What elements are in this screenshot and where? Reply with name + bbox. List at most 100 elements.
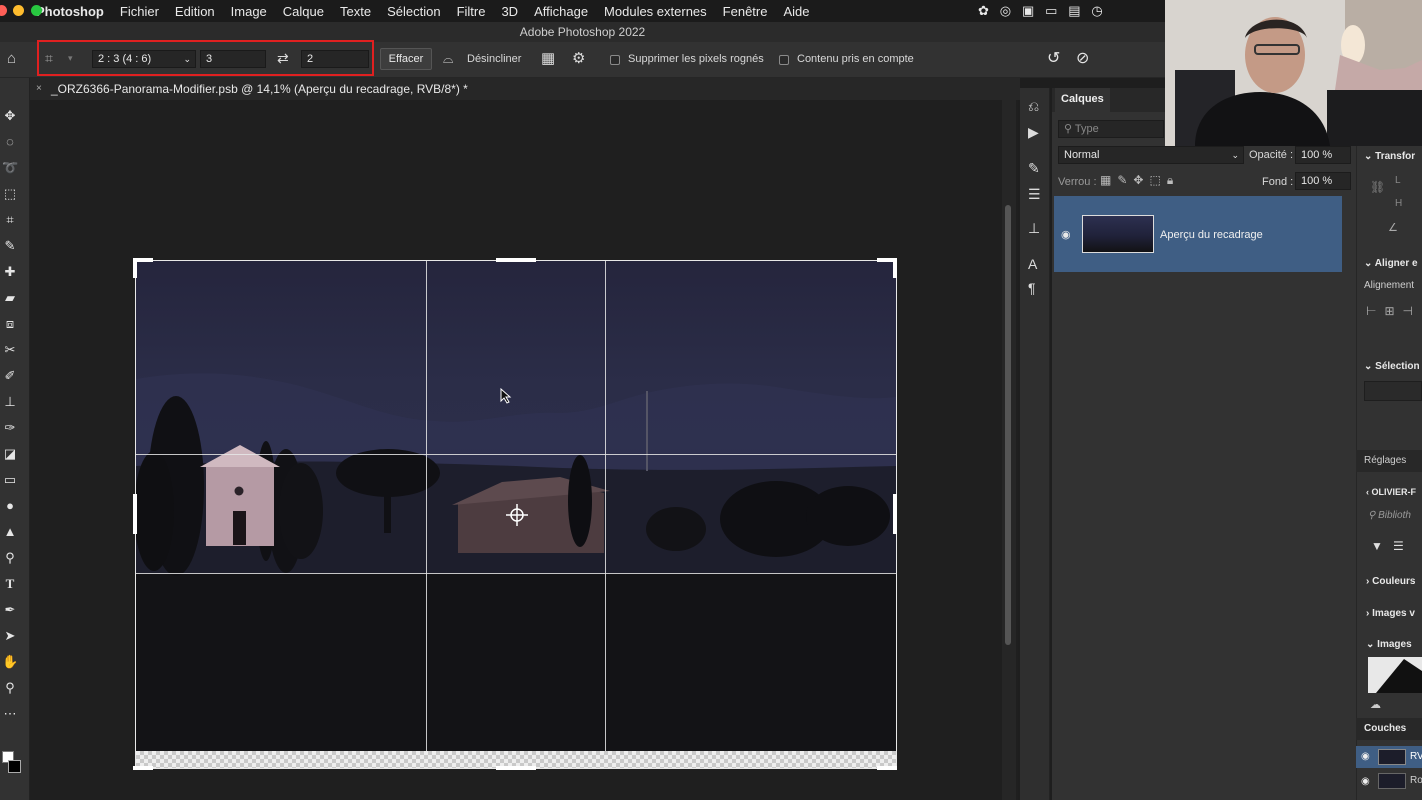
content-aware-tool-icon[interactable]: ⧈	[2, 316, 18, 332]
selection-button[interactable]	[1364, 381, 1422, 401]
move-tool-icon[interactable]: ✥	[2, 108, 18, 124]
library-image-thumbnail[interactable]	[1368, 657, 1422, 693]
align-center-icon[interactable]: ⊞	[1384, 304, 1402, 318]
clear-button[interactable]: Effacer	[380, 48, 432, 70]
crop-handle-left[interactable]	[133, 494, 137, 534]
transform-section-header[interactable]: ⌄ Transfor	[1364, 151, 1415, 162]
library-search[interactable]: ⚲ Biblioth	[1368, 510, 1411, 521]
sort-icon[interactable]: ☰	[1393, 539, 1404, 553]
brush-panel-icon[interactable]: ✎	[1028, 160, 1040, 177]
character-panel-icon[interactable]: A	[1028, 256, 1037, 272]
link-icon[interactable]: ⛓	[1370, 180, 1385, 194]
eraser-tool-icon[interactable]: ◪	[2, 446, 18, 462]
eye-visibility-icon[interactable]: ◉	[1061, 228, 1071, 241]
crop-tool-icon[interactable]: ⌗	[45, 50, 53, 67]
crop-handle-top-left[interactable]	[133, 258, 137, 278]
align-section-header[interactable]: ⌄ Aligner e	[1364, 258, 1418, 269]
cancel-icon[interactable]: ⊘	[1076, 48, 1089, 68]
align-right-icon[interactable]: ⊣	[1403, 304, 1421, 318]
pen-tool-icon[interactable]: ✒	[2, 602, 18, 618]
straighten-icon[interactable]: ⌓	[443, 51, 453, 67]
blur-tool-icon[interactable]: ●	[2, 498, 18, 514]
history-brush-tool-icon[interactable]: ✑	[2, 420, 18, 436]
selection-section-header[interactable]: ⌄ Sélection	[1364, 361, 1420, 372]
home-icon[interactable]: ⌂	[7, 50, 16, 67]
straighten-label[interactable]: Désincliner	[467, 53, 521, 65]
delete-pixels-checkbox[interactable]	[610, 55, 620, 65]
crop-handle-bottom-left[interactable]	[133, 766, 153, 770]
menu-edition[interactable]: Edition	[167, 4, 223, 19]
patch-tool-icon[interactable]: ▰	[2, 290, 18, 306]
eye-visibility-icon[interactable]: ◉	[1361, 776, 1370, 787]
clock-icon[interactable]: ◷	[1091, 3, 1102, 18]
eye-visibility-icon[interactable]: ◉	[1361, 751, 1370, 762]
tab-calques[interactable]: Calques	[1055, 88, 1110, 112]
camera-icon[interactable]: ▣	[1022, 3, 1034, 18]
colors-section[interactable]: › Couleurs	[1366, 576, 1415, 587]
library-name[interactable]: ‹ OLIVIER-F	[1366, 487, 1416, 497]
menu-3d[interactable]: 3D	[493, 4, 526, 19]
images-v-section[interactable]: › Images v	[1366, 608, 1415, 619]
layer-name[interactable]: Aperçu du recadrage	[1160, 229, 1263, 241]
lock-paint-icon[interactable]: ✎	[1117, 173, 1133, 187]
close-tab-icon[interactable]: ×	[36, 78, 42, 100]
vertical-scrollbar[interactable]	[1002, 100, 1016, 800]
crop-tool-icon[interactable]: ⌗	[2, 212, 18, 228]
content-aware-checkbox[interactable]	[779, 55, 789, 65]
sync-icon[interactable]: ◎	[1000, 3, 1011, 18]
crop-handle-right[interactable]	[893, 494, 897, 534]
crop-handle-top-right[interactable]	[893, 258, 897, 278]
menu-image[interactable]: Image	[223, 4, 275, 19]
ratio-select[interactable]: 2 : 3 (4 : 6) ⌄	[92, 50, 196, 68]
fill-field[interactable]: 100 %	[1295, 172, 1351, 190]
type-tool-icon[interactable]: T	[2, 576, 18, 592]
stamp-tool-icon[interactable]: ⊥	[2, 394, 18, 410]
width-field[interactable]: 3	[200, 50, 266, 68]
menu-texte[interactable]: Texte	[332, 4, 379, 19]
background-color-swatch[interactable]	[8, 760, 21, 773]
history-panel-icon[interactable]: ⎌	[1028, 98, 1039, 115]
filter-icon[interactable]: ▼	[1371, 539, 1383, 553]
tab-reglages[interactable]: Réglages	[1364, 455, 1406, 466]
minimize-window-button[interactable]	[13, 5, 24, 16]
lock-all-icon[interactable]: 🔒︎	[1167, 173, 1179, 187]
reset-icon[interactable]: ↺	[1047, 48, 1060, 68]
menu-selection[interactable]: Sélection	[379, 4, 448, 19]
layer-search-input[interactable]: ⚲ Type	[1058, 120, 1164, 138]
crop-handle-bottom-right[interactable]	[877, 766, 897, 770]
lock-transparency-icon[interactable]: ▦	[1100, 173, 1117, 187]
path-selection-tool-icon[interactable]: ➤	[2, 628, 18, 644]
crop-handle-bottom[interactable]	[496, 766, 536, 770]
align-left-icon[interactable]: ⊢	[1366, 304, 1384, 318]
healing-brush-tool-icon[interactable]: ✚	[2, 264, 18, 280]
marquee-tool-icon[interactable]: ◌	[2, 134, 18, 150]
lock-artboard-icon[interactable]: ⬚	[1149, 173, 1166, 187]
menu-fenetre[interactable]: Fenêtre	[715, 4, 776, 19]
crop-handle-top[interactable]	[496, 258, 536, 262]
lock-position-icon[interactable]: ✥	[1133, 173, 1149, 187]
height-field[interactable]: 2	[301, 50, 369, 68]
dodge-tool-icon[interactable]: ⚲	[2, 550, 18, 566]
menu-aide[interactable]: Aide	[775, 4, 817, 19]
paragraph-panel-icon[interactable]: ¶	[1028, 280, 1036, 296]
menu-modules[interactable]: Modules externes	[596, 4, 715, 19]
adjustments-panel-icon[interactable]: ☰	[1028, 186, 1041, 203]
menu-affichage[interactable]: Affichage	[526, 4, 596, 19]
menu-fichier[interactable]: Fichier	[112, 4, 167, 19]
eyedropper-tool-icon[interactable]: ✎	[2, 238, 18, 254]
blend-mode-select[interactable]: Normal ⌄	[1058, 146, 1244, 164]
images-section[interactable]: ⌄ Images	[1366, 639, 1412, 650]
sharpen-tool-icon[interactable]: ▲	[2, 524, 18, 540]
chevron-down-icon[interactable]: ▾	[68, 53, 73, 64]
zoom-tool-icon[interactable]: ⚲	[2, 680, 18, 696]
object-selection-tool-icon[interactable]: ⬚	[2, 186, 18, 202]
opacity-field[interactable]: 100 %	[1295, 146, 1351, 164]
clone-source-panel-icon[interactable]: ⊥	[1028, 220, 1040, 237]
cloud-icon[interactable]: ☁	[1370, 698, 1381, 711]
zoom-window-button[interactable]	[31, 5, 42, 16]
document-tab[interactable]: _ORZ6366-Panorama-Modifier.psb @ 14,1% (…	[51, 78, 468, 100]
display-icon[interactable]: ▭	[1045, 3, 1057, 18]
scrollbar-thumb[interactable]	[1005, 205, 1011, 645]
lasso-tool-icon[interactable]: ➰	[2, 160, 18, 176]
creative-cloud-icon[interactable]: ✿	[978, 3, 989, 18]
